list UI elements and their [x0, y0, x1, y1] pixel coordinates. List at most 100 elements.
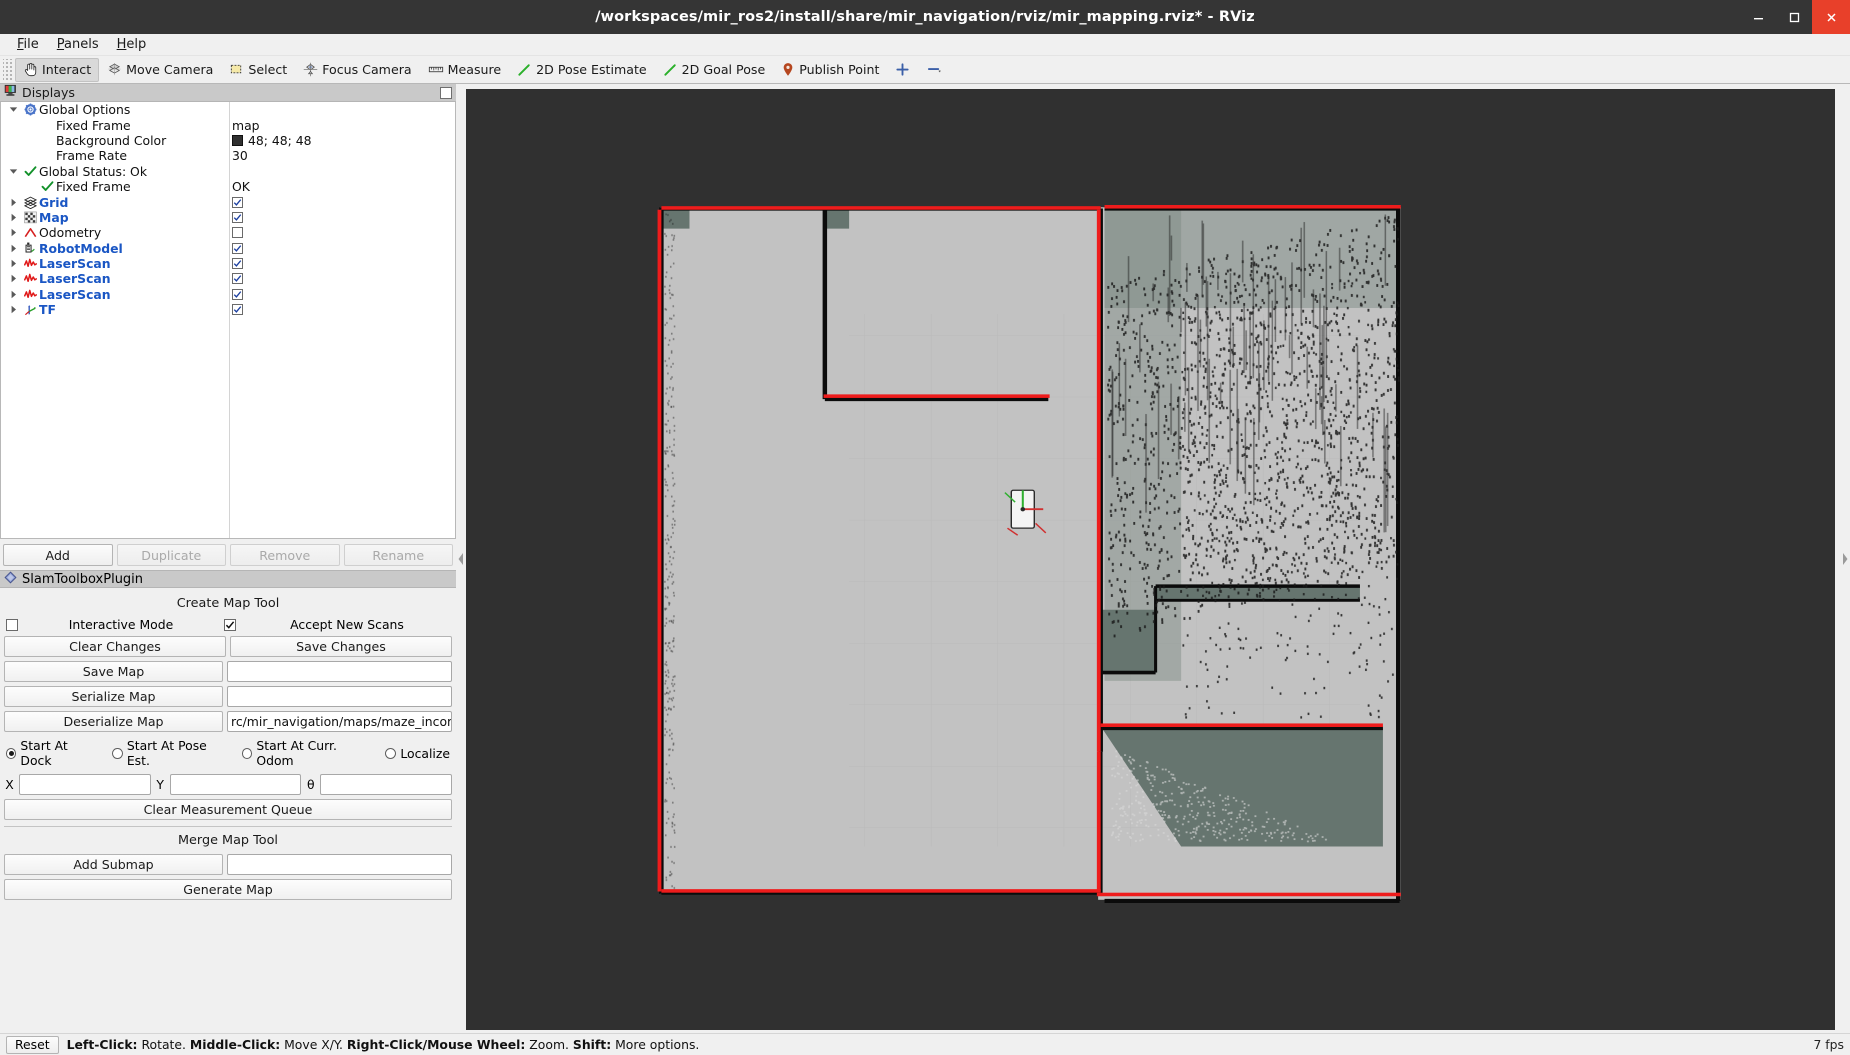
menu-help[interactable]: Help	[108, 35, 156, 54]
display-row-label: Global Status: Ok	[39, 163, 147, 179]
displays-monitor-icon	[4, 84, 17, 101]
tool-add-new[interactable]	[887, 58, 918, 82]
tool-publish-point[interactable]: Publish Point	[773, 58, 887, 82]
render-view-3d[interactable]	[466, 89, 1835, 1030]
y-input[interactable]	[169, 774, 302, 795]
chevron-right-icon[interactable]	[5, 274, 21, 283]
display-enable-checkbox[interactable]	[232, 288, 243, 300]
chevron-right-icon[interactable]	[5, 228, 21, 237]
add-submap-button[interactable]: Add Submap	[4, 854, 223, 875]
display-enable-checkbox[interactable]	[232, 304, 243, 316]
save-changes-button[interactable]: Save Changes	[230, 636, 452, 657]
save-map-input[interactable]	[227, 661, 452, 682]
remove-button[interactable]: Remove	[230, 544, 340, 566]
maximize-icon[interactable]	[1776, 0, 1812, 34]
display-row-value: 48; 48; 48	[232, 133, 312, 148]
chevron-right-icon[interactable]	[5, 198, 21, 207]
display-row-laserscan[interactable]: LaserScan	[1, 287, 455, 302]
display-row-odometry[interactable]: Odometry	[1, 225, 455, 240]
serialize-map-button[interactable]: Serialize Map	[4, 686, 223, 707]
display-row-map[interactable]: Map	[1, 210, 455, 225]
display-enable-checkbox[interactable]	[232, 211, 243, 223]
toolbar-grip[interactable]	[3, 58, 12, 81]
radio-start-at-dock[interactable]: Start At Dock	[6, 738, 97, 768]
radio-start-at-dock-input[interactable]	[6, 747, 17, 759]
slam-panel-body: Create Map Tool Interactive Mode Accept …	[0, 588, 456, 1033]
display-enable-checkbox[interactable]	[232, 273, 243, 285]
reset-button[interactable]: Reset	[6, 1035, 59, 1054]
display-row-value[interactable]	[232, 304, 243, 316]
tool-focus-camera[interactable]: Focus Camera	[295, 58, 419, 82]
save-map-button[interactable]: Save Map	[4, 661, 223, 682]
deserialize-map-button[interactable]: Deserialize Map	[4, 711, 223, 732]
tool-2d-pose-estimate[interactable]: 2D Pose Estimate	[509, 58, 655, 82]
radio-localize-input[interactable]	[385, 747, 397, 759]
display-row-robotmodel[interactable]: RobotModel	[1, 241, 455, 256]
chevron-down-icon[interactable]	[5, 167, 21, 176]
serialize-map-input[interactable]	[227, 686, 452, 707]
display-enable-checkbox[interactable]	[232, 227, 243, 239]
x-input[interactable]	[19, 774, 151, 795]
radio-start-at-pose-est[interactable]: Start At Pose Est.	[112, 738, 227, 768]
radio-localize[interactable]: Localize	[385, 746, 450, 761]
display-enable-checkbox[interactable]	[232, 242, 243, 254]
radio-start-at-pose-est-input[interactable]	[112, 747, 123, 759]
tool-remove[interactable]	[918, 58, 951, 82]
radio-start-at-curr-odom[interactable]: Start At Curr. Odom	[241, 738, 370, 768]
generate-map-button[interactable]: Generate Map	[4, 879, 452, 900]
minimize-icon[interactable]	[1740, 0, 1776, 34]
display-enable-checkbox[interactable]	[232, 258, 243, 270]
display-row-tf[interactable]: TF	[1, 302, 455, 317]
menu-panels[interactable]: Panels	[48, 35, 108, 54]
save-map-row: Save Map	[4, 661, 452, 682]
display-row-grid[interactable]: Grid	[1, 194, 455, 210]
occupancy-map-canvas[interactable]	[466, 89, 1835, 1030]
tool-measure[interactable]: Measure	[420, 58, 510, 82]
add-button[interactable]: Add	[3, 544, 113, 566]
accept-new-scans-checkbox[interactable]	[6, 618, 18, 631]
display-enable-checkbox[interactable]	[232, 196, 243, 208]
chevron-right-icon[interactable]	[5, 259, 21, 268]
tool-select-label: Select	[248, 62, 288, 77]
tool-interact[interactable]: Interact	[15, 57, 100, 82]
display-row-value[interactable]	[232, 273, 243, 285]
chevron-down-icon[interactable]	[5, 105, 21, 114]
add-submap-input[interactable]	[227, 854, 452, 875]
radio-localize-label: Localize	[400, 745, 450, 761]
chevron-right-icon[interactable]	[5, 305, 21, 314]
chevron-right-icon[interactable]	[5, 290, 21, 299]
display-row-value[interactable]	[232, 288, 243, 300]
display-row-fixed-frame[interactable]: Fixed Frame OK	[1, 179, 455, 194]
display-row-fixed-frame[interactable]: Fixed Frame map	[1, 117, 455, 133]
duplicate-button[interactable]: Duplicate	[116, 544, 226, 566]
display-row-frame-rate[interactable]: Frame Rate 30	[1, 148, 455, 163]
radio-start-at-curr-odom-input[interactable]	[241, 747, 253, 759]
display-row-global-status-ok[interactable]: Global Status: Ok	[1, 164, 455, 179]
display-row-value[interactable]	[232, 196, 243, 208]
chevron-right-icon[interactable]	[5, 244, 21, 253]
chevron-right-icon[interactable]	[5, 213, 21, 222]
left-splitter-handle[interactable]	[456, 84, 466, 1033]
tool-select[interactable]: Select	[221, 58, 295, 82]
display-row-laserscan[interactable]: LaserScan	[1, 271, 455, 286]
display-row-value[interactable]	[232, 258, 243, 270]
right-splitter-handle[interactable]	[1840, 84, 1850, 1033]
deserialize-map-input[interactable]: rc/mir_navigation/maps/maze_incomplete	[227, 711, 452, 732]
displays-float-button[interactable]	[440, 87, 452, 99]
tool-move-camera[interactable]: Move Camera	[99, 58, 221, 82]
menu-file[interactable]: FFileile	[8, 35, 48, 54]
close-icon[interactable]	[1812, 0, 1850, 34]
display-row-value[interactable]	[232, 242, 243, 254]
clear-changes-button[interactable]: Clear Changes	[4, 636, 226, 657]
theta-input[interactable]	[320, 774, 453, 795]
clear-measurement-queue-button[interactable]: Clear Measurement Queue	[4, 799, 452, 820]
interactive-mode-checkbox[interactable]	[224, 618, 236, 631]
rename-button[interactable]: Rename	[343, 544, 453, 566]
display-row-global-options[interactable]: Global Options	[1, 102, 455, 117]
display-row-value[interactable]	[232, 211, 243, 223]
tool-2d-goal-pose[interactable]: 2D Goal Pose	[655, 58, 774, 82]
display-row-background-color[interactable]: Background Color 48; 48; 48	[1, 133, 455, 148]
display-row-laserscan[interactable]: LaserScan	[1, 256, 455, 271]
display-row-value[interactable]	[232, 227, 243, 239]
displays-tree[interactable]: Global Options Fixed Frame map Background C…	[0, 102, 456, 539]
